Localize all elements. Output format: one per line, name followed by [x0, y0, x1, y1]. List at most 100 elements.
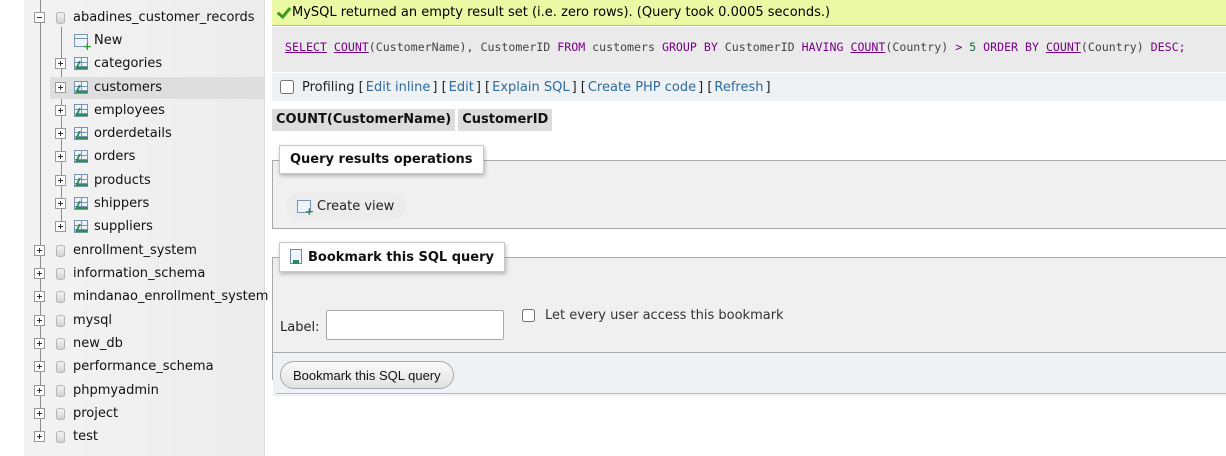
bookmark-access-option[interactable]: Let every user access this bookmark	[522, 308, 784, 323]
database-icon	[56, 291, 65, 303]
db-name[interactable]: mindanao_enrollment_system	[73, 286, 268, 308]
table-item-categories[interactable]: categories	[50, 53, 265, 75]
bookmark-access-checkbox[interactable]	[522, 309, 535, 322]
table-label[interactable]: customers	[94, 77, 162, 99]
db-item-phpmyadmin[interactable]: phpmyadmin	[30, 380, 265, 402]
db-name[interactable]: project	[73, 403, 118, 425]
separator: ] [	[432, 79, 447, 95]
db-name[interactable]: performance_schema	[73, 356, 214, 378]
explain-sql-link[interactable]: Explain SQL	[492, 80, 569, 95]
table-label[interactable]: suppliers	[94, 216, 153, 238]
expand-icon[interactable]	[55, 221, 66, 232]
profiling-label: Profiling	[302, 79, 355, 95]
column-header[interactable]: COUNT(CustomerName)	[272, 109, 456, 131]
bookmark-footer: Bookmark this SQL query	[273, 352, 1226, 396]
new-table-label[interactable]: New	[94, 30, 122, 52]
db-name[interactable]: enrollment_system	[73, 240, 197, 262]
create-php-code-link[interactable]: Create PHP code	[588, 80, 696, 95]
db-name[interactable]: new_db	[73, 333, 123, 355]
sql-keyword[interactable]: SELECT	[285, 40, 327, 54]
table-item-orderdetails[interactable]: orderdetails	[50, 123, 265, 145]
table-icon	[74, 220, 88, 233]
table-item-shippers[interactable]: shippers	[50, 193, 265, 215]
sql-operator: >	[955, 40, 963, 54]
db-item-performance-schema[interactable]: performance_schema	[30, 356, 265, 378]
collapse-icon[interactable]	[34, 12, 45, 23]
table-label[interactable]: categories	[94, 53, 162, 75]
sql-text: (Country)	[1080, 40, 1144, 54]
table-label[interactable]: orders	[94, 146, 135, 168]
expand-icon[interactable]	[34, 338, 45, 349]
database-icon	[56, 338, 65, 350]
table-label[interactable]: orderdetails	[94, 123, 172, 145]
separator: ] [	[571, 79, 586, 95]
table-item-employees[interactable]: employees	[50, 100, 265, 122]
column-header[interactable]: CustomerID	[458, 109, 553, 131]
db-name[interactable]: abadines_customer_records	[73, 7, 255, 29]
expand-icon[interactable]	[34, 361, 45, 372]
db-item-project[interactable]: project	[30, 403, 265, 425]
bookmark-label-text: Label:	[280, 320, 320, 335]
db-item-mindanao-enrollment-system[interactable]: mindanao_enrollment_system	[30, 286, 268, 308]
divider	[276, 393, 1226, 394]
table-item-orders[interactable]: orders	[50, 146, 265, 168]
bookmark-label-input[interactable]	[326, 310, 504, 340]
expand-icon[interactable]	[55, 58, 66, 69]
expand-icon[interactable]	[34, 291, 45, 302]
expand-icon[interactable]	[34, 268, 45, 279]
table-label[interactable]: employees	[94, 100, 165, 122]
sql-keyword: FROM	[557, 40, 586, 54]
edit-link[interactable]: Edit	[449, 80, 474, 95]
sql-function[interactable]: COUNT	[1046, 40, 1081, 54]
db-name[interactable]: test	[73, 426, 98, 448]
expand-icon[interactable]	[55, 128, 66, 139]
sql-keyword: DESC;	[1150, 40, 1186, 54]
sql-function[interactable]: COUNT	[334, 40, 369, 54]
expand-icon[interactable]	[34, 385, 45, 396]
separator: ] [	[698, 79, 713, 95]
expand-icon[interactable]	[34, 431, 45, 442]
sql-function[interactable]: COUNT	[850, 40, 885, 54]
create-view-label[interactable]: Create view	[317, 199, 394, 214]
sql-keyword: HAVING	[801, 40, 844, 54]
bookmark-submit-button[interactable]: Bookmark this SQL query	[280, 361, 454, 389]
new-table-icon	[74, 34, 92, 52]
refresh-link[interactable]: Refresh	[714, 80, 763, 95]
check-icon	[276, 3, 292, 20]
table-icon	[74, 81, 88, 94]
profiling-checkbox[interactable]	[280, 80, 294, 94]
db-item-new-db[interactable]: new_db	[30, 333, 265, 355]
db-item-mysql[interactable]: mysql	[30, 310, 265, 332]
db-item-test[interactable]: test	[30, 426, 265, 448]
table-label[interactable]: products	[94, 170, 151, 192]
database-icon	[56, 12, 65, 24]
expand-icon[interactable]	[55, 105, 66, 116]
expand-icon[interactable]	[55, 175, 66, 186]
query-results-operations-panel: Query results operations Create view	[272, 145, 1226, 229]
expand-icon[interactable]	[34, 245, 45, 256]
table-icon	[74, 104, 88, 117]
db-item-information-schema[interactable]: information_schema	[30, 263, 265, 285]
table-label[interactable]: shippers	[94, 193, 149, 215]
table-item-customers[interactable]: customers	[50, 77, 265, 99]
result-table-header: COUNT(CustomerName) CustomerID	[272, 109, 555, 131]
bookmark-access-label: Let every user access this bookmark	[545, 308, 784, 323]
create-view-link[interactable]: Create view	[287, 193, 407, 219]
database-icon	[56, 431, 65, 443]
db-item-enrollment-system[interactable]: enrollment_system	[30, 240, 265, 262]
expand-icon[interactable]	[55, 82, 66, 93]
expand-icon[interactable]	[55, 198, 66, 209]
db-name[interactable]: information_schema	[73, 263, 205, 285]
expand-icon[interactable]	[34, 315, 45, 326]
table-item-suppliers[interactable]: suppliers	[50, 216, 265, 238]
table-item-products[interactable]: products	[50, 170, 265, 192]
db-name[interactable]: phpmyadmin	[73, 380, 159, 402]
expand-icon[interactable]	[34, 408, 45, 419]
sql-query-display[interactable]: SELECT COUNT(CustomerName), CustomerID F…	[272, 27, 1226, 72]
edit-inline-link[interactable]: Edit inline	[366, 80, 431, 95]
expand-icon[interactable]	[55, 151, 66, 162]
db-item-current[interactable]: abadines_customer_records	[30, 7, 265, 29]
database-icon	[56, 385, 65, 397]
db-name[interactable]: mysql	[73, 310, 112, 332]
new-table-item[interactable]: New	[50, 30, 265, 52]
